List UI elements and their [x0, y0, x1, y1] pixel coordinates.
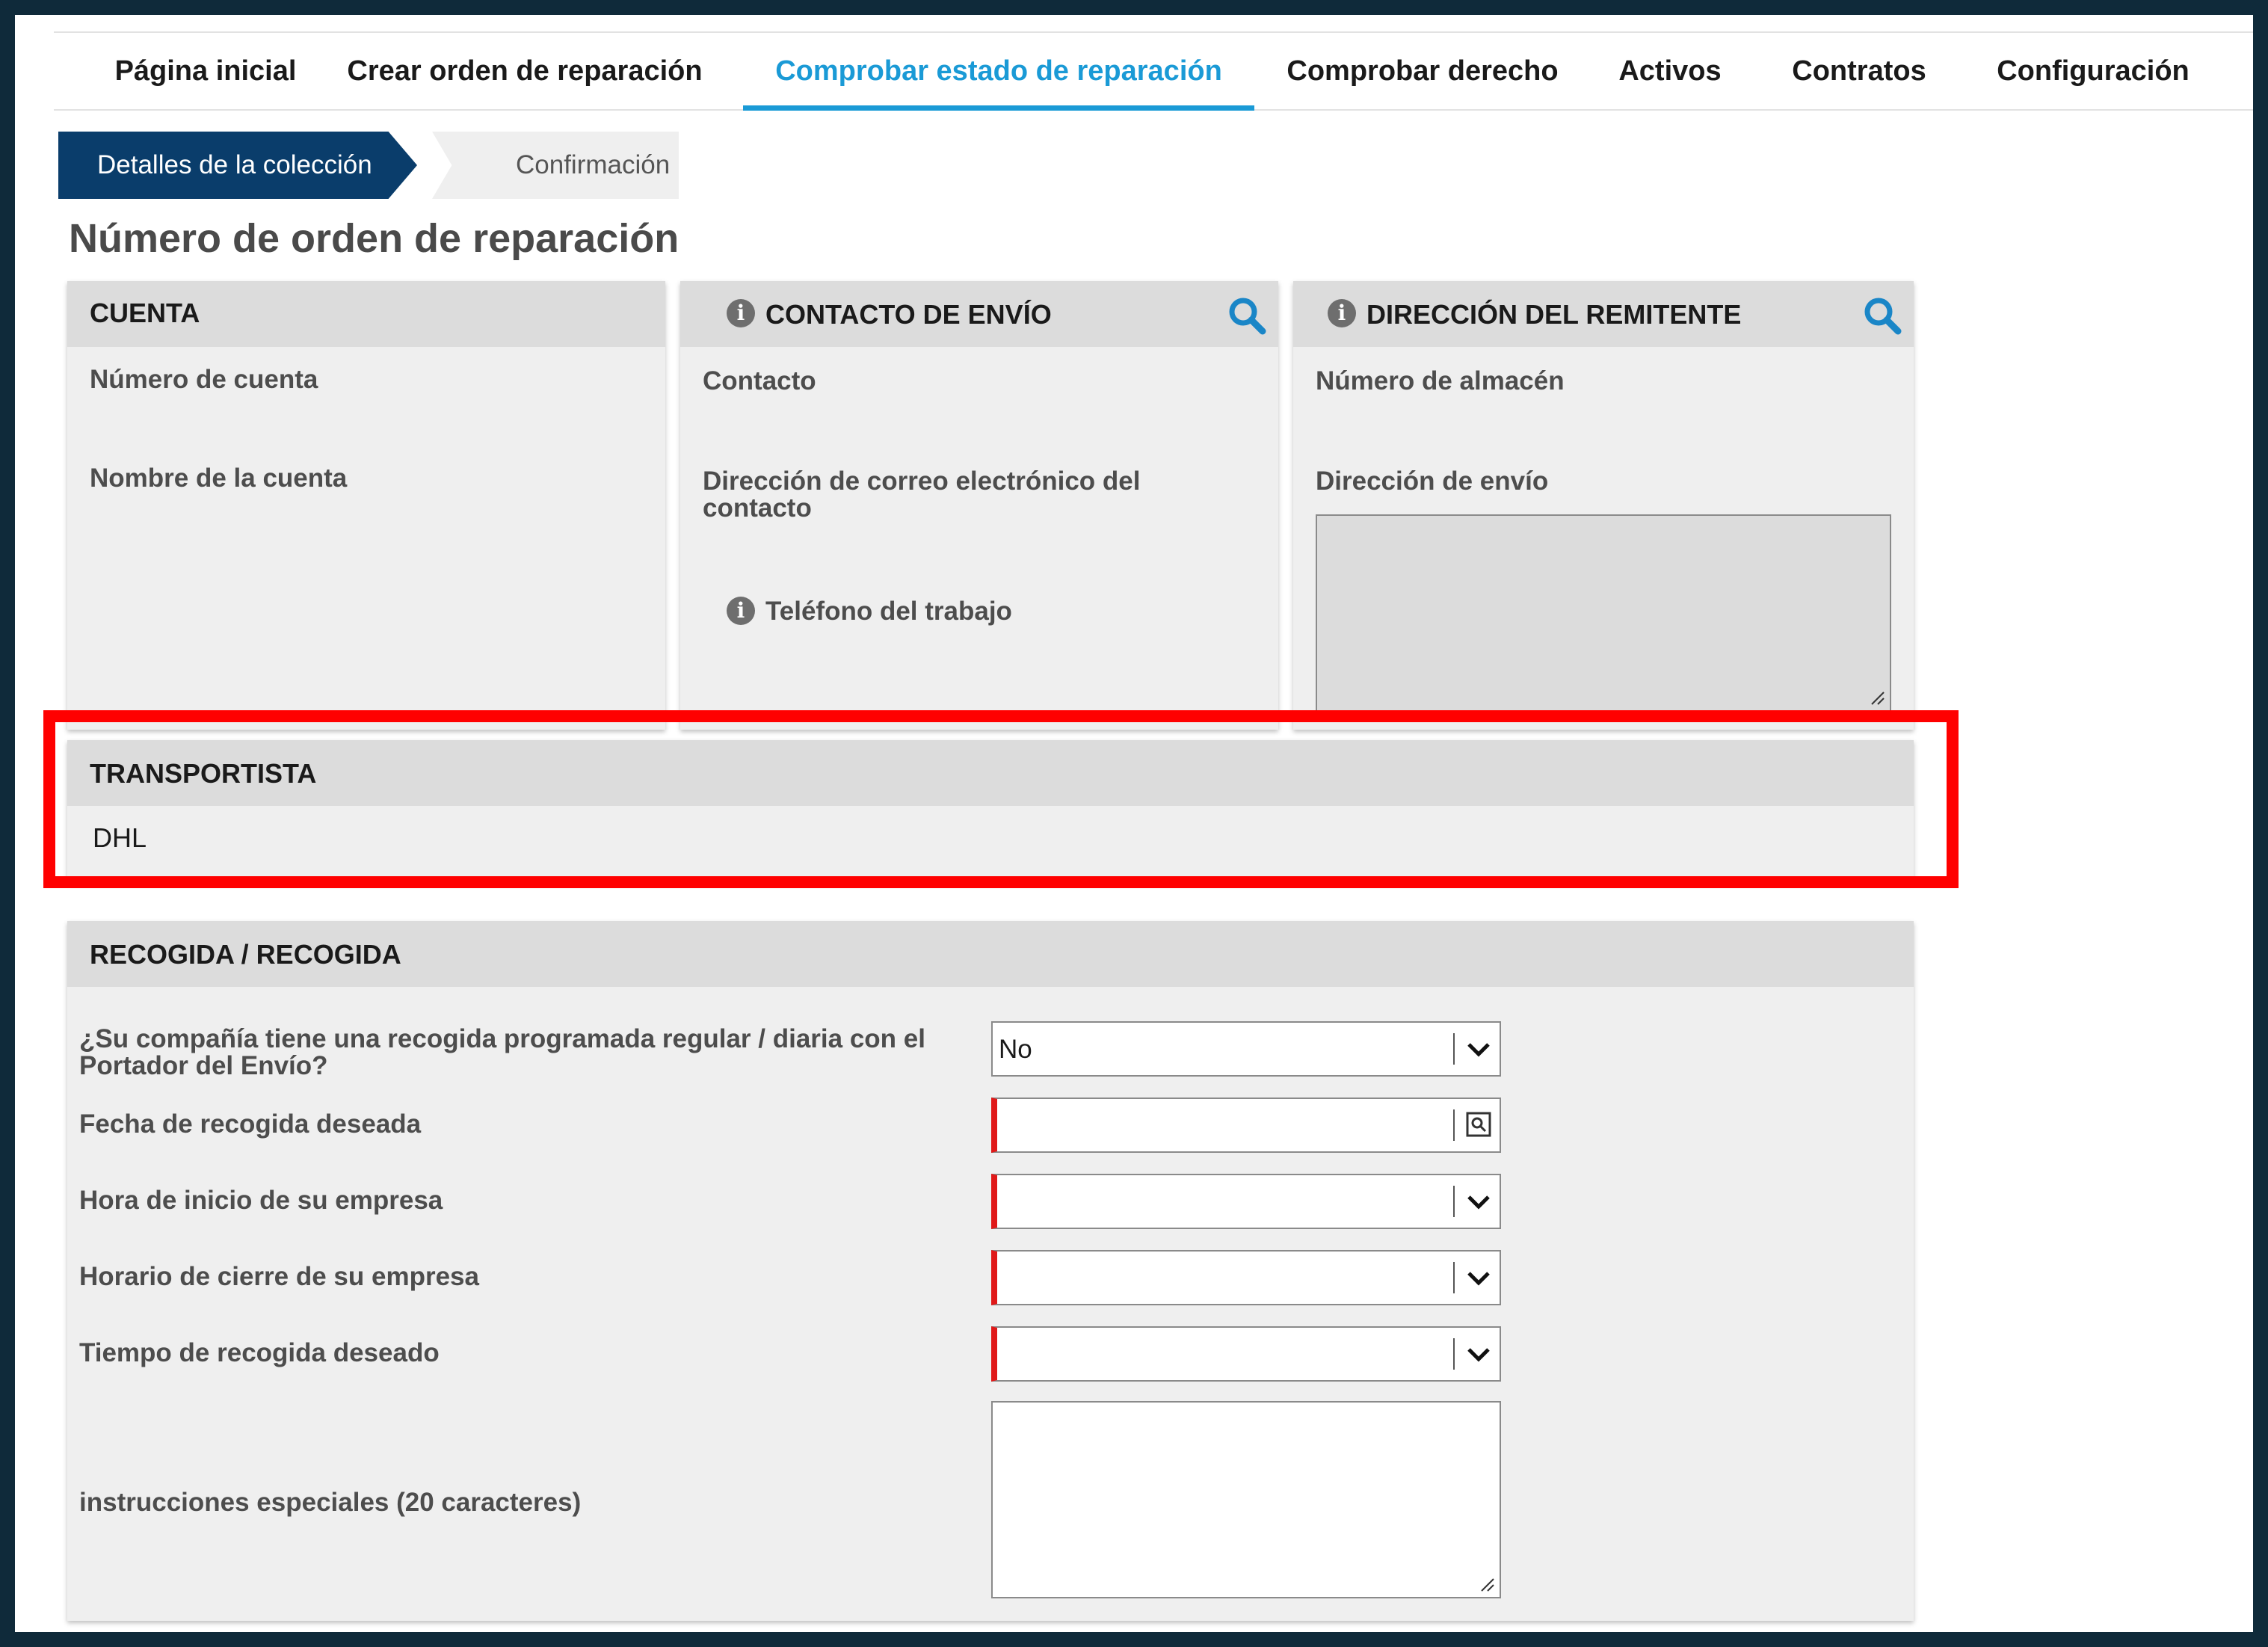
nav-contracts[interactable]: Contratos — [1773, 33, 1945, 109]
info-icon: i — [727, 299, 755, 327]
special-instructions-textarea[interactable] — [991, 1401, 1501, 1598]
contact-email-label: Dirección de correo electrónico del cont… — [703, 467, 1141, 523]
search-icon[interactable] — [1861, 295, 1903, 336]
chevron-down-icon[interactable] — [1465, 1341, 1492, 1368]
sender-address-panel-header: i DIRECCIÓN DEL REMITENTE — [1293, 281, 1914, 347]
main-nav: Página inicial Crear orden de reparación… — [54, 33, 2253, 111]
pickup-panel-header: RECOGIDA / RECOGIDA — [67, 921, 1914, 987]
contact-label: Contacto — [703, 366, 816, 395]
scheduled-pickup-label: ¿Su compañía tiene una recogida programa… — [79, 1024, 925, 1080]
open-time-select[interactable] — [991, 1174, 1501, 1229]
nav-assets[interactable]: Activos — [1603, 33, 1737, 109]
shipping-address-label: Dirección de envío — [1316, 467, 1549, 496]
nav-home[interactable]: Página inicial — [82, 33, 329, 109]
highlight-box — [43, 710, 1959, 888]
close-time-label: Horario de cierre de su empresa — [79, 1262, 479, 1291]
scheduled-pickup-value: No — [999, 1035, 1032, 1064]
sender-address-panel: i DIRECCIÓN DEL REMITENTE Número de alma… — [1293, 281, 1914, 730]
step-confirmation[interactable]: Confirmación — [432, 132, 679, 199]
account-panel-title: CUENTA — [90, 298, 200, 328]
calendar-icon[interactable] — [1465, 1111, 1492, 1138]
open-time-label: Hora de inicio de su empresa — [79, 1186, 443, 1215]
account-panel-header: CUENTA — [67, 281, 665, 347]
account-panel: CUENTA Número de cuenta Nombre de la cue… — [67, 281, 665, 730]
shipping-address-textarea[interactable] — [1316, 514, 1891, 712]
shipping-contact-panel-title: CONTACTO DE ENVÍO — [765, 299, 1052, 330]
info-icon: i — [727, 597, 755, 625]
sender-address-panel-title: DIRECCIÓN DEL REMITENTE — [1366, 299, 1742, 330]
warehouse-number-label: Número de almacén — [1316, 366, 1565, 395]
chevron-down-icon[interactable] — [1465, 1036, 1492, 1063]
pickup-date-input[interactable] — [991, 1098, 1501, 1153]
select-separator — [1453, 1262, 1455, 1293]
special-instructions-label: instrucciones especiales (20 caracteres) — [79, 1488, 582, 1517]
page-title: Número de orden de reparación — [69, 216, 680, 261]
chevron-down-icon[interactable] — [1465, 1189, 1492, 1216]
pickup-date-label: Fecha de recogida deseada — [79, 1109, 422, 1139]
app-frame: Página inicial Crear orden de reparación… — [15, 15, 2253, 1632]
search-icon[interactable] — [1226, 295, 1268, 336]
close-time-select[interactable] — [991, 1250, 1501, 1305]
resize-handle-icon[interactable] — [1479, 1576, 1495, 1592]
select-separator — [1453, 1186, 1455, 1217]
resize-handle-icon[interactable] — [1869, 689, 1885, 706]
shipping-contact-panel: i CONTACTO DE ENVÍO Contacto Dirección d… — [680, 281, 1278, 730]
select-separator — [1453, 1033, 1455, 1065]
nav-check-repair-status[interactable]: Comprobar estado de reparación — [743, 33, 1254, 111]
pickup-panel-title: RECOGIDA / RECOGIDA — [90, 939, 401, 970]
info-icon: i — [1328, 299, 1356, 327]
nav-settings[interactable]: Configuración — [1973, 33, 2213, 109]
pickup-time-select[interactable] — [991, 1326, 1501, 1382]
pickup-time-label: Tiempo de recogida deseado — [79, 1338, 440, 1367]
work-phone-label: Teléfono del trabajo — [765, 597, 1012, 626]
chevron-down-icon[interactable] — [1465, 1265, 1492, 1292]
account-name-label: Nombre de la cuenta — [90, 464, 348, 493]
select-separator — [1453, 1338, 1455, 1370]
step-collection-details[interactable]: Detalles de la colección — [58, 132, 417, 199]
shipping-contact-panel-header: i CONTACTO DE ENVÍO — [680, 281, 1278, 347]
account-number-label: Número de cuenta — [90, 365, 318, 394]
scheduled-pickup-select[interactable]: No — [991, 1021, 1501, 1077]
select-separator — [1453, 1109, 1455, 1141]
nav-check-entitlement[interactable]: Comprobar derecho — [1269, 33, 1576, 109]
nav-create-repair-order[interactable]: Crear orden de reparación — [330, 33, 719, 109]
